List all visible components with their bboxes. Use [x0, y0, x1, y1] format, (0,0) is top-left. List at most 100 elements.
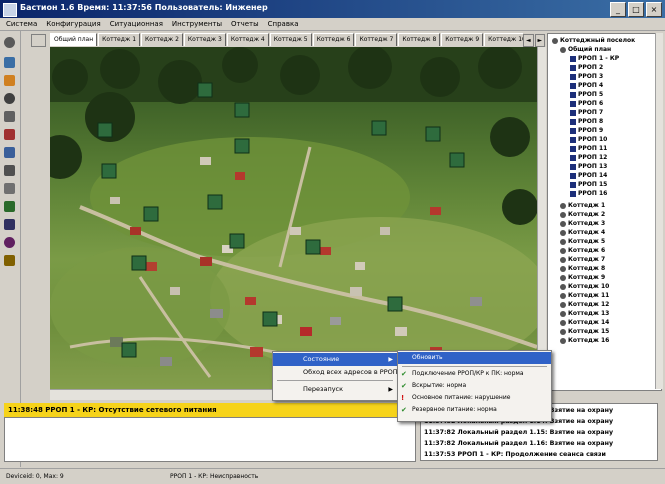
- tab-cottage-2[interactable]: Коттедж 2: [141, 33, 183, 46]
- sub-item-connection[interactable]: ✔ Подключение РРОП/КР к ПК: норма: [398, 368, 551, 380]
- sub-item-tamper[interactable]: ✔ Вскрытие: норма: [398, 380, 551, 392]
- tab-scroll-left-button[interactable]: ◄: [523, 34, 534, 47]
- device-square-icon: [570, 55, 576, 62]
- sub-item-main-power[interactable]: ! Основное питание: нарушение: [398, 392, 551, 404]
- alarm-icon[interactable]: [4, 129, 15, 140]
- tree-item-cottage[interactable]: Коттедж 1: [560, 201, 605, 210]
- tree-item-rpop[interactable]: РРОП 10: [570, 135, 607, 144]
- gear-icon[interactable]: [4, 37, 15, 48]
- menu-configuration[interactable]: Конфигурация: [46, 18, 100, 30]
- maximize-button[interactable]: □: [628, 2, 644, 17]
- tree-item-rpop-label: РРОП 16: [578, 190, 608, 197]
- tree-vertical-scrollbar[interactable]: [655, 33, 663, 389]
- cottage-icon: [560, 202, 566, 209]
- tree-item-cottage[interactable]: Коттедж 4: [560, 228, 605, 237]
- lightning-icon[interactable]: [4, 75, 15, 86]
- binoculars-icon[interactable]: [4, 219, 15, 230]
- cottage-icon: [560, 229, 566, 236]
- minimize-button[interactable]: _: [610, 2, 626, 17]
- tab-cottage-4[interactable]: Коттедж 4: [226, 33, 269, 46]
- tree-root[interactable]: Коттеджный поселок: [552, 36, 635, 45]
- tree-item-rpop[interactable]: РРОП 1 - КР: [570, 54, 619, 63]
- tree-item-rpop[interactable]: РРОП 8: [570, 117, 603, 126]
- tree-item-rpop[interactable]: РРОП 14: [570, 171, 607, 180]
- device-square-icon: [570, 64, 576, 71]
- tree-item-cottage-label: Коттедж 15: [568, 328, 610, 335]
- tab-scroll-arrows: ◄ ►: [523, 34, 545, 47]
- aerial-plan-map[interactable]: [50, 47, 537, 389]
- sub-item-main-power-label: Основное питание: нарушение: [412, 394, 511, 401]
- tab-cottage-9[interactable]: Коттедж 9: [441, 33, 484, 46]
- tab-scroll-right-button[interactable]: ►: [534, 34, 545, 47]
- tree-item-cottage[interactable]: Коттедж 6: [560, 246, 605, 255]
- tree-item-cottage-label: Коттедж 8: [568, 265, 606, 272]
- tab-cottage-10[interactable]: Коттедж 10: [484, 33, 523, 46]
- tab-cottage-1[interactable]: Коттедж 1: [98, 33, 141, 46]
- tree-item-rpop-label: РРОП 1 - КР: [578, 55, 620, 62]
- tree-item-rpop[interactable]: РРОП 9: [570, 126, 603, 135]
- tree-item-cottage[interactable]: Коттедж 7: [560, 255, 605, 264]
- tab-cottage-5[interactable]: Коттедж 5: [269, 33, 312, 46]
- plan-icon[interactable]: [4, 57, 15, 68]
- globe-icon[interactable]: [4, 237, 15, 248]
- log-line-3: 11:37:82 Локальный раздел 1.15: Взятие н…: [424, 429, 614, 436]
- sub-item-backup-power[interactable]: ✔ Резервное питание: норма: [398, 404, 551, 416]
- tree-item-cottage[interactable]: Коттедж 11: [560, 291, 609, 300]
- tree-item-cottage[interactable]: Коттедж 13: [560, 309, 609, 318]
- status-bar: Deviceid: 0, Max: 9 РРОП 1 - КР: Неиспра…: [0, 468, 665, 484]
- camera-icon[interactable]: [4, 93, 15, 104]
- menu-reports[interactable]: Отчеты: [231, 18, 259, 30]
- ctx-item-state[interactable]: Состояние ▶: [273, 353, 397, 366]
- tree-item-rpop[interactable]: РРОП 15: [570, 180, 607, 189]
- person-icon[interactable]: [4, 165, 15, 176]
- tree-item-cottage-label: Коттедж 9: [568, 274, 606, 281]
- tree-item-rpop[interactable]: РРОП 3: [570, 72, 603, 81]
- tree-item-rpop[interactable]: РРОП 5: [570, 90, 603, 99]
- tree-item-rpop[interactable]: РРОП 16: [570, 189, 607, 198]
- menu-tools[interactable]: Инструменты: [172, 18, 222, 30]
- cottage-icon: [560, 292, 566, 299]
- tree-item-rpop[interactable]: РРОП 13: [570, 162, 607, 171]
- menu-system[interactable]: Система: [6, 18, 37, 30]
- tree-item-cottage[interactable]: Коттедж 9: [560, 273, 605, 282]
- layout-button[interactable]: [31, 34, 46, 47]
- tree-item-cottage[interactable]: Коттедж 14: [560, 318, 609, 327]
- tree-item-rpop[interactable]: РРОП 7: [570, 108, 603, 117]
- left-toolbar: [0, 31, 21, 467]
- tree-item-cottage[interactable]: Коттедж 15: [560, 327, 609, 336]
- tree-item-cottage-label: Коттедж 10: [568, 283, 610, 290]
- tab-cottage-6[interactable]: Коттедж 6: [312, 33, 355, 46]
- tree-item-rpop[interactable]: РРОП 11: [570, 144, 607, 153]
- active-alarm-bar[interactable]: 11:38:48 РРОП 1 - КР: Отсутствие сетевог…: [4, 403, 416, 417]
- shield-icon[interactable]: [4, 147, 15, 158]
- close-button[interactable]: ×: [646, 2, 662, 17]
- tree-item-rpop[interactable]: РРОП 6: [570, 99, 603, 108]
- device-icon[interactable]: [4, 111, 15, 122]
- ctx-item-poll-addresses[interactable]: Обход всех адресов в РРОП: [273, 366, 398, 379]
- tab-general-plan[interactable]: Общий план: [50, 33, 98, 46]
- tree-item-rpop[interactable]: РРОП 2: [570, 63, 603, 72]
- tree-item-cottage[interactable]: Коттедж 8: [560, 264, 605, 273]
- tree-item-cottage[interactable]: Коттедж 3: [560, 219, 605, 228]
- ctx-item-restart[interactable]: Перезапуск ▶: [273, 383, 397, 396]
- tree-item-cottage[interactable]: Коттедж 16: [560, 336, 609, 345]
- sub-item-refresh[interactable]: Обновить: [398, 352, 551, 364]
- tree-plan[interactable]: Общий план: [560, 45, 611, 54]
- door-icon[interactable]: [4, 201, 15, 212]
- tree-item-rpop[interactable]: РРОП 12: [570, 153, 607, 162]
- map-vertical-scrollbar[interactable]: [537, 47, 546, 389]
- tab-cottage-7[interactable]: Коттедж 7: [355, 33, 398, 46]
- tree-item-cottage[interactable]: Коттедж 5: [560, 237, 605, 246]
- tree-item-rpop[interactable]: РРОП 4: [570, 81, 603, 90]
- tree-item-cottage[interactable]: Коттедж 2: [560, 210, 605, 219]
- menu-situational[interactable]: Ситуационная: [110, 18, 163, 30]
- key-icon[interactable]: [4, 183, 15, 194]
- tab-cottage-3[interactable]: Коттедж 3: [183, 33, 226, 46]
- tree-item-cottage[interactable]: Коттедж 12: [560, 300, 609, 309]
- warning-icon[interactable]: [4, 255, 15, 266]
- state-submenu: Обновить ✔ Подключение РРОП/КР к ПК: нор…: [397, 350, 552, 422]
- menu-help[interactable]: Справка: [268, 18, 299, 30]
- tab-cottage-8[interactable]: Коттедж 8: [398, 33, 441, 46]
- tree-item-cottage[interactable]: Коттедж 10: [560, 282, 609, 291]
- cottage-icon: [560, 220, 566, 227]
